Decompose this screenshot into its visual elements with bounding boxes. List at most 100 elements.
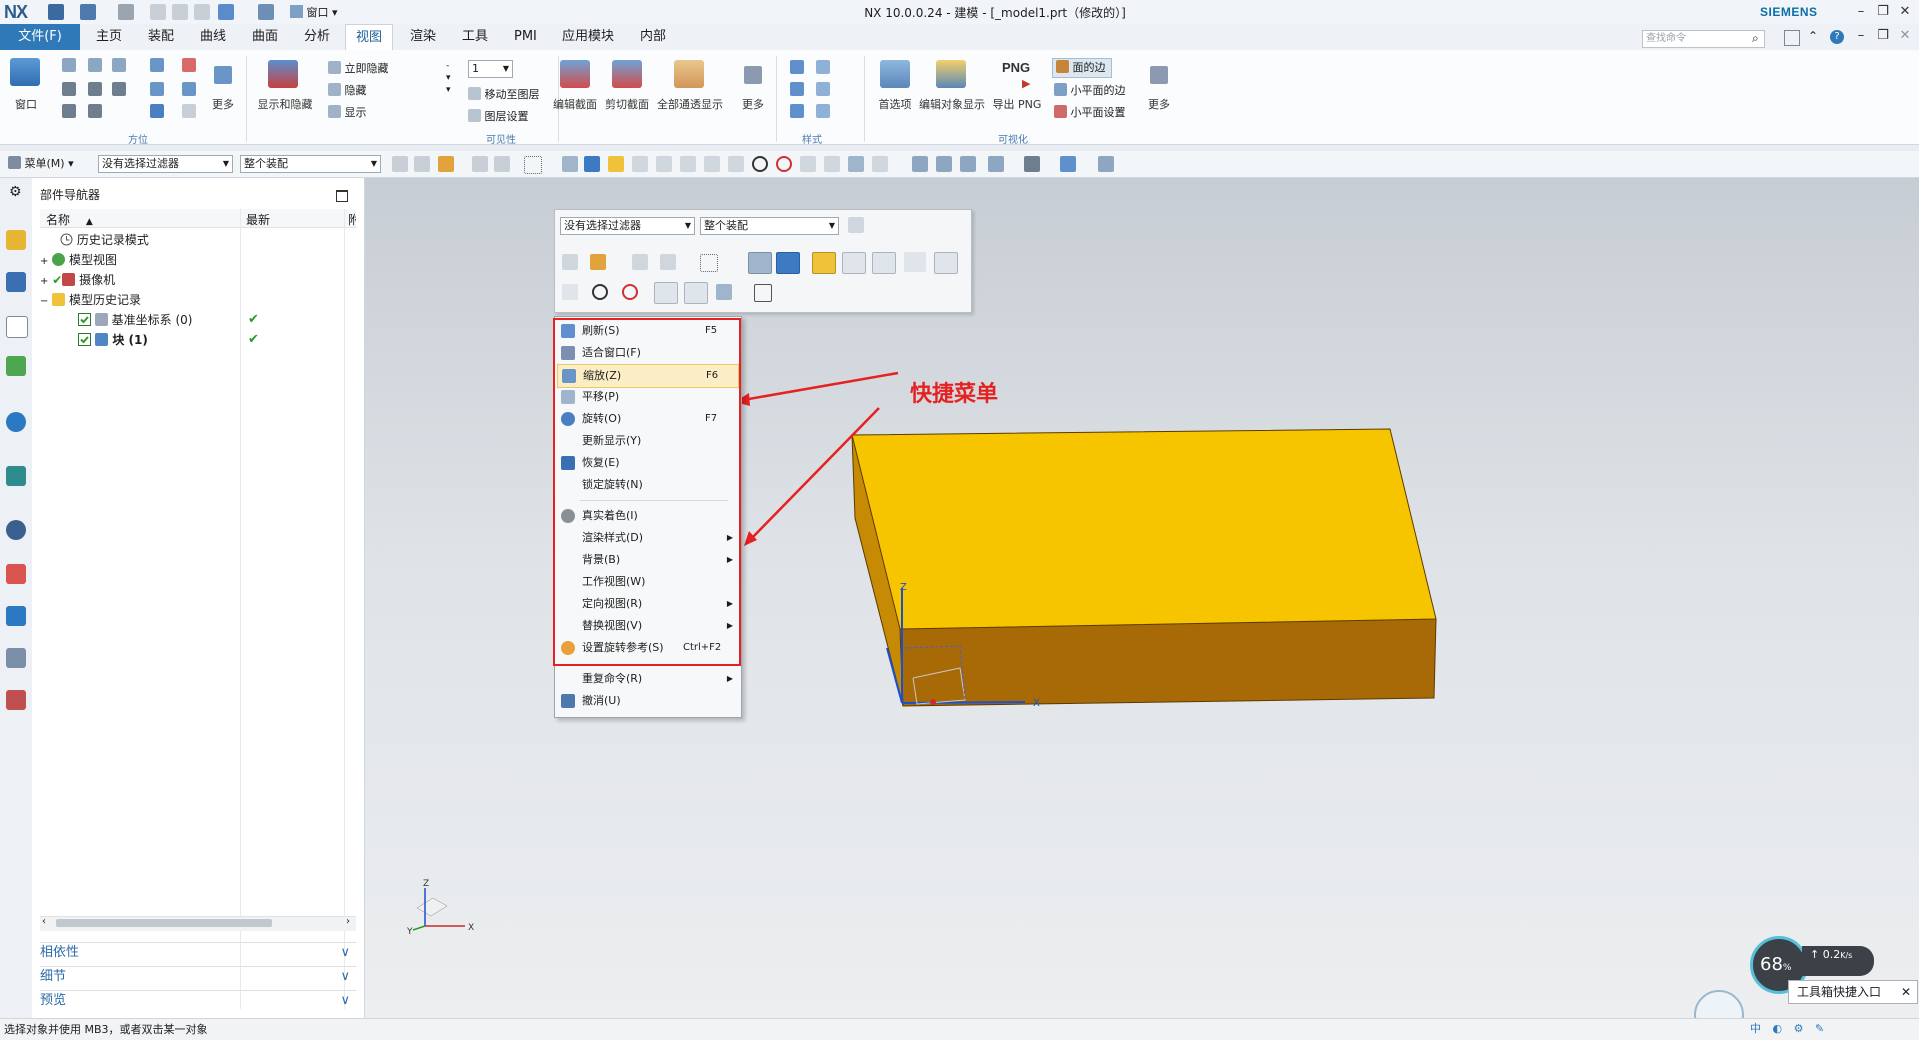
dependencies-panel[interactable]: 相依性 ∨ xyxy=(40,942,356,963)
window-button-label[interactable]: 窗口 xyxy=(8,96,44,112)
preview-panel[interactable]: 预览 ∨ xyxy=(40,990,356,1011)
tab-analysis[interactable]: 分析 xyxy=(294,24,340,50)
menu-button[interactable]: 菜单(M) ▾ xyxy=(8,155,74,171)
doc-restore-button[interactable]: ❐ xyxy=(1872,26,1894,46)
show-hide-label[interactable]: 显示和隐藏 xyxy=(254,96,316,112)
wireframe-select-icon[interactable] xyxy=(562,156,578,172)
restore-button[interactable]: ❐ xyxy=(1872,2,1894,22)
popup-quadrant-icon[interactable] xyxy=(622,284,638,300)
repeat-command-icon[interactable] xyxy=(218,4,234,20)
popup-existing-point-icon[interactable] xyxy=(654,282,678,304)
type-filter-select[interactable]: 没有选择过滤器 ▼ xyxy=(98,155,233,173)
zoom-icon[interactable] xyxy=(150,82,164,96)
popup-filter-icon[interactable] xyxy=(848,217,864,233)
view-iso-icon[interactable] xyxy=(62,104,76,118)
details-panel[interactable]: 细节 ∨ xyxy=(40,966,356,987)
small-face-settings-button[interactable]: 小平面设置 xyxy=(1054,104,1126,120)
immediate-hide-button[interactable]: 立即隐藏 xyxy=(328,60,389,76)
move-to-layer-button[interactable]: 移动至图层 xyxy=(468,86,540,102)
shaded-icon[interactable] xyxy=(816,60,830,74)
wireframe-icon[interactable] xyxy=(790,82,804,96)
popup-solid-icon[interactable] xyxy=(776,252,800,274)
pan-icon[interactable] xyxy=(182,82,196,96)
fit-icon[interactable] xyxy=(150,58,164,72)
select-feature-icon[interactable] xyxy=(472,156,488,172)
help-icon[interactable]: ? xyxy=(1830,30,1844,44)
popup-intersection-icon[interactable] xyxy=(934,252,958,274)
face-edges-toggle[interactable]: 面的边 xyxy=(1052,58,1112,78)
see-through-icon[interactable] xyxy=(674,60,704,88)
hide-button[interactable]: 隐藏 xyxy=(328,82,367,98)
tab-curve[interactable]: 曲线 xyxy=(190,24,236,50)
minimize-button[interactable]: – xyxy=(1850,2,1872,22)
popup-scope-select[interactable]: 整个装配 ▼ xyxy=(700,217,839,235)
more-orientation-label[interactable]: 更多 xyxy=(206,96,240,112)
block-front-face[interactable] xyxy=(900,619,1436,706)
expand-icon[interactable]: + xyxy=(40,276,48,287)
tree-item-block[interactable]: 块 (1) xyxy=(40,330,340,350)
cut-icon[interactable] xyxy=(150,4,166,20)
control-point-icon[interactable] xyxy=(680,156,696,172)
fit-view-icon[interactable] xyxy=(912,156,928,172)
filter-reset-icon[interactable] xyxy=(392,156,408,172)
preferences-label[interactable]: 首选项 xyxy=(872,96,918,112)
collapse-icon[interactable]: − xyxy=(40,296,48,307)
show-button[interactable]: 显示 xyxy=(328,104,367,120)
layer-select[interactable]: 1 ▼ xyxy=(468,60,513,78)
view-trimetric-icon[interactable] xyxy=(88,104,102,118)
point-on-curve-icon[interactable] xyxy=(824,156,840,172)
popup-snap-icon[interactable] xyxy=(812,252,836,274)
midpoint-icon[interactable] xyxy=(656,156,672,172)
popup-general-select-icon[interactable] xyxy=(562,254,578,270)
endpoint-icon[interactable] xyxy=(632,156,648,172)
redo-icon[interactable] xyxy=(118,4,134,20)
maximize-panel-icon[interactable] xyxy=(336,190,348,202)
solid-select-icon[interactable] xyxy=(584,156,600,172)
tab-assembly[interactable]: 装配 xyxy=(138,24,184,50)
search-icon[interactable]: ⌕ xyxy=(1752,31,1759,46)
show-hide-icon[interactable] xyxy=(268,60,298,88)
tree-item-history-mode[interactable]: 历史记录模式 xyxy=(40,230,340,250)
column-name[interactable]: 名称 ▲ xyxy=(46,211,93,228)
window-layout-icon[interactable] xyxy=(10,58,40,86)
edit-object-display-label[interactable]: 编辑对象显示 xyxy=(916,96,988,112)
select-body-icon[interactable] xyxy=(494,156,510,172)
clip-section-icon[interactable] xyxy=(612,60,642,88)
tab-internal[interactable]: 内部 xyxy=(630,24,676,50)
general-selection-icon[interactable] xyxy=(414,156,430,172)
window-menu[interactable]: 窗口 ▾ xyxy=(290,4,338,20)
paste-icon[interactable] xyxy=(194,4,210,20)
view-right-icon[interactable] xyxy=(112,58,126,72)
more-visualization-icon[interactable] xyxy=(1150,66,1168,84)
constraint-navigator-icon[interactable] xyxy=(6,272,26,292)
tab-surface[interactable]: 曲面 xyxy=(242,24,288,50)
popup-control-point-icon[interactable] xyxy=(904,252,926,272)
tab-render[interactable]: 渲染 xyxy=(400,24,446,50)
face-analysis-icon[interactable] xyxy=(816,104,830,118)
block-top-face[interactable] xyxy=(852,429,1436,629)
existing-point-icon[interactable] xyxy=(800,156,816,172)
preferences-icon[interactable] xyxy=(880,60,910,88)
more-display-icon[interactable] xyxy=(744,66,762,84)
perpendicular-icon[interactable] xyxy=(728,156,744,172)
view-left-icon[interactable] xyxy=(62,82,76,96)
restore-view-icon[interactable] xyxy=(182,104,196,118)
checkbox-checked-icon[interactable] xyxy=(78,332,91,346)
popup-select-all-icon[interactable] xyxy=(590,254,606,270)
web-browser-icon[interactable] xyxy=(6,466,26,486)
tree-item-cameras[interactable]: + ✔ 摄像机 xyxy=(40,270,340,290)
popup-midpoint-icon[interactable] xyxy=(872,252,896,274)
popup-grid-icon[interactable] xyxy=(754,284,772,302)
grid-point-icon[interactable] xyxy=(872,156,888,172)
view-front-icon[interactable] xyxy=(62,58,76,72)
rectangle-select-icon[interactable] xyxy=(524,156,542,174)
undo-icon[interactable] xyxy=(80,4,96,20)
more-visualization-label[interactable]: 更多 xyxy=(1142,96,1176,112)
studio-icon[interactable] xyxy=(790,104,804,118)
popup-arc-center-icon[interactable] xyxy=(592,284,608,300)
popup-body-icon[interactable] xyxy=(660,254,676,270)
layer-settings-button[interactable]: 图层设置 xyxy=(468,108,529,124)
menu-item-undo[interactable]: 撤消(U) xyxy=(557,690,737,712)
tree-item-model-history[interactable]: − 模型历史记录 xyxy=(40,290,340,310)
more-display-label[interactable]: 更多 xyxy=(736,96,770,112)
